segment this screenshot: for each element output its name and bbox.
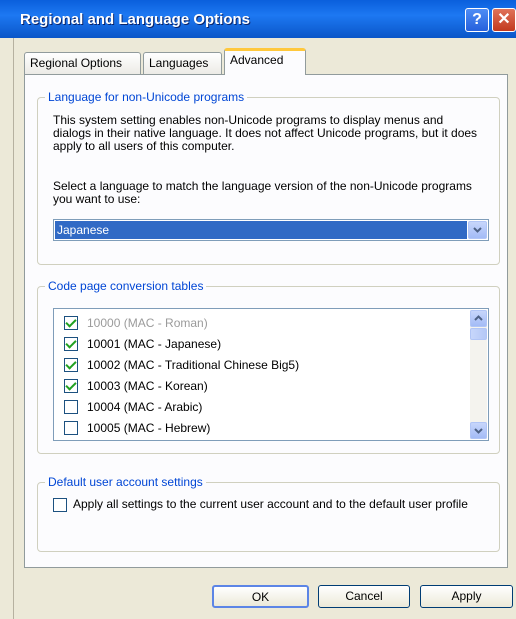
list-item-label: 10001 (MAC - Japanese) xyxy=(87,337,222,351)
apply-all-label: Apply all settings to the current user a… xyxy=(73,497,468,511)
checkbox[interactable] xyxy=(64,421,78,435)
default-user-group xyxy=(37,482,500,552)
apply-button[interactable]: Apply xyxy=(420,585,513,608)
code-page-group-label: Code page conversion tables xyxy=(45,279,207,293)
scroll-down-button[interactable] xyxy=(470,422,487,439)
language-dropdown-value: Japanese xyxy=(55,221,467,239)
scroll-up-button[interactable] xyxy=(470,310,487,327)
list-item-label: 10002 (MAC - Traditional Chinese Big5) xyxy=(87,358,300,372)
chevron-down-icon xyxy=(473,227,482,233)
apply-all-option[interactable]: Apply all settings to the current user a… xyxy=(53,497,473,512)
default-user-group-label: Default user account settings xyxy=(45,475,206,489)
list-item-label: 10004 (MAC - Arabic) xyxy=(87,400,203,414)
list-item[interactable]: 10004 (MAC - Arabic) xyxy=(64,397,202,417)
non-unicode-description: This system setting enables non-Unicode … xyxy=(53,113,478,153)
checkbox[interactable] xyxy=(64,316,78,330)
title-bar[interactable]: Regional and Language Options ? ✕ xyxy=(0,0,516,38)
list-item[interactable]: 10003 (MAC - Korean) xyxy=(64,376,208,396)
non-unicode-group-label: Language for non-Unicode programs xyxy=(45,90,248,104)
cancel-button[interactable]: Cancel xyxy=(318,585,410,608)
ok-button[interactable]: OK xyxy=(212,585,309,608)
window-title: Regional and Language Options xyxy=(20,11,251,28)
list-scrollbar[interactable] xyxy=(470,310,487,439)
tab-regional-options[interactable]: Regional Options xyxy=(24,52,141,74)
language-select-prompt: Select a language to match the language … xyxy=(53,179,472,206)
list-item[interactable]: 10005 (MAC - Hebrew) xyxy=(64,418,210,438)
chevron-down-icon xyxy=(474,428,483,434)
list-item-label: 10003 (MAC - Korean) xyxy=(87,379,208,393)
list-item[interactable]: 10001 (MAC - Japanese) xyxy=(64,334,221,354)
dropdown-arrow-button[interactable] xyxy=(468,221,487,239)
list-item-label: 10000 (MAC - Roman) xyxy=(87,316,208,330)
list-item-label: 10005 (MAC - Hebrew) xyxy=(87,421,211,435)
close-button[interactable]: ✕ xyxy=(492,8,516,32)
tab-advanced[interactable]: Advanced xyxy=(224,48,306,75)
list-item[interactable]: 10002 (MAC - Traditional Chinese Big5) xyxy=(64,355,299,375)
help-icon: ? xyxy=(472,11,482,28)
checkbox[interactable] xyxy=(64,358,78,372)
tab-languages[interactable]: Languages xyxy=(143,52,222,74)
code-page-list[interactable]: 10000 (MAC - Roman) 10001 (MAC - Japanes… xyxy=(53,308,489,441)
language-dropdown[interactable]: Japanese xyxy=(53,219,489,241)
scroll-thumb[interactable] xyxy=(470,328,487,340)
chevron-up-icon xyxy=(474,315,483,321)
close-icon: ✕ xyxy=(497,11,511,28)
help-button[interactable]: ? xyxy=(465,8,489,32)
list-item[interactable]: 10000 (MAC - Roman) xyxy=(64,313,208,333)
checkbox[interactable] xyxy=(64,379,78,393)
checkbox[interactable] xyxy=(64,337,78,351)
apply-all-checkbox[interactable] xyxy=(53,498,67,512)
checkbox[interactable] xyxy=(64,400,78,414)
dialog-window: Regional and Language Options ? ✕ Region… xyxy=(0,0,516,619)
